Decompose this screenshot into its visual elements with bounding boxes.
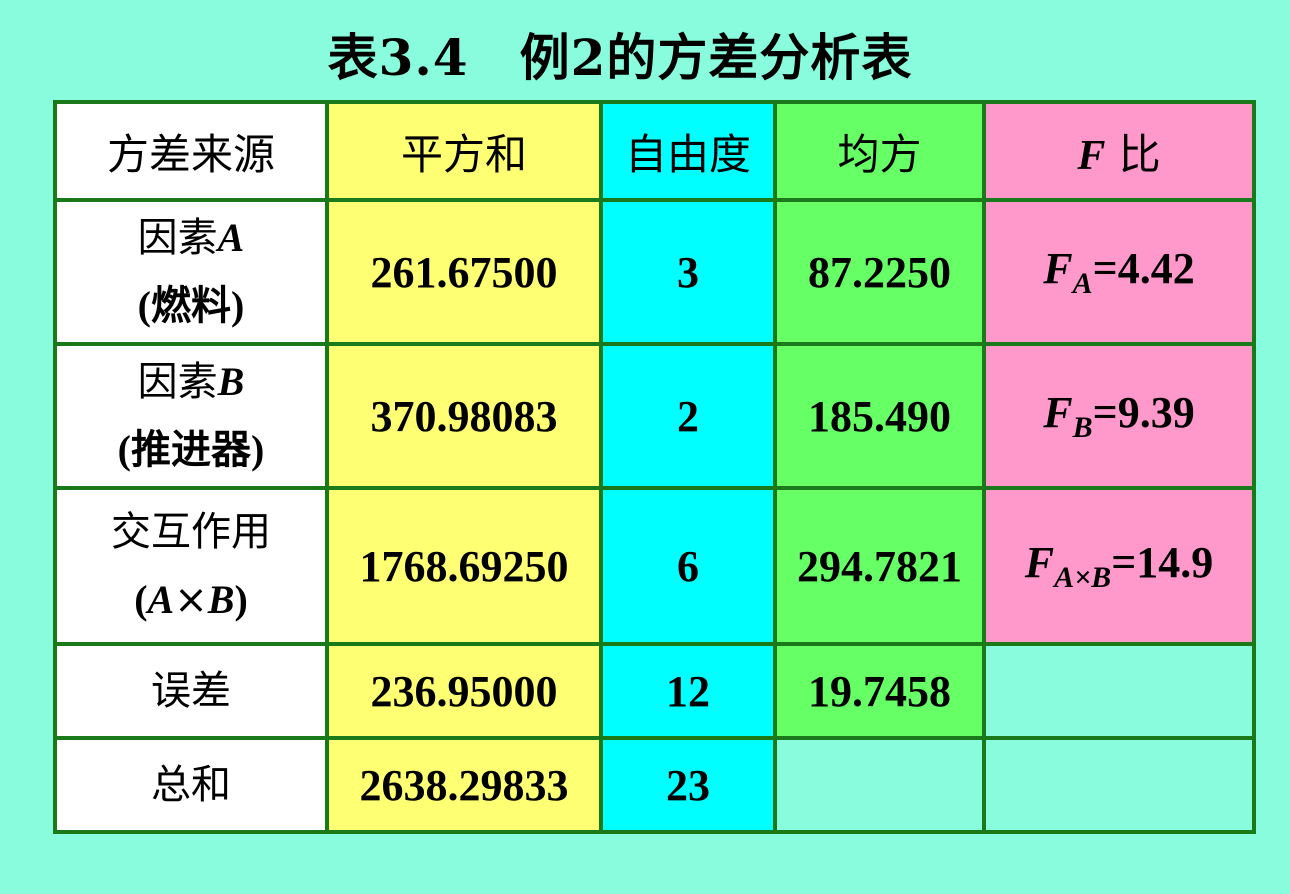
header-sum-of-squares: 平方和: [325, 100, 603, 202]
var-a: A: [147, 577, 175, 622]
times-sign: ×: [174, 577, 208, 623]
row-label-factor-a: 因素A (燃料): [53, 198, 329, 346]
cell-ss: 370.98083: [325, 342, 603, 490]
cell-f: FB=9.39: [982, 342, 1256, 490]
table-row: 交互作用 (A×B) 1768.69250 6 294.7821 FA×B=14…: [53, 486, 1256, 646]
row-label-sub: (燃料): [137, 283, 245, 328]
var-b: B: [207, 577, 235, 622]
table-title: 表3.4 例2的方差分析表: [327, 28, 913, 87]
table-row: 因素A (燃料) 261.67500 3 87.2250 FA=4.42: [53, 198, 1256, 346]
row-label-cn: 因素: [137, 359, 218, 405]
f-subscript: B: [1072, 411, 1093, 444]
f-value: =4.42: [1092, 244, 1195, 293]
cell-ss: 261.67500: [325, 198, 603, 346]
f-subscript: A×B: [1054, 561, 1112, 594]
f-value: =14.9: [1111, 538, 1214, 587]
cell-df: 23: [599, 736, 777, 834]
row-label-interaction: 交互作用 (A×B): [53, 486, 329, 646]
paren-close: ): [234, 577, 248, 622]
cell-df: 12: [599, 642, 777, 740]
header-row: 方差来源 平方和 自由度 均方 F 比: [53, 100, 1256, 202]
table-row: 误差 236.95000 12 19.7458: [53, 642, 1256, 740]
row-label-sub: (A×B): [57, 566, 325, 634]
table-row: 因素B (推进器) 370.98083 2 185.490 FB=9.39: [53, 342, 1256, 490]
header-mean-square: 均方: [773, 100, 986, 202]
cell-empty: [982, 642, 1256, 740]
header-f-word: 比: [1105, 129, 1161, 179]
row-label-error: 误差: [53, 642, 329, 740]
cell-ss: 1768.69250: [325, 486, 603, 646]
anova-table: 方差来源 平方和 自由度 均方 F 比 因素A (燃料) 261.67500 3…: [53, 100, 1256, 834]
row-label-var: B: [217, 359, 245, 404]
cell-ms: 294.7821: [773, 486, 986, 646]
header-f-ratio: F 比: [982, 100, 1256, 202]
row-label-factor-b: 因素B (推进器): [53, 342, 329, 490]
cell-ms: 185.490: [773, 342, 986, 490]
cell-f: FA×B=14.9: [982, 486, 1256, 646]
row-label-sub: (推进器): [117, 427, 265, 472]
row-label-total: 总和: [53, 736, 329, 834]
cell-ss: 2638.29833: [325, 736, 603, 834]
cell-df: 6: [599, 486, 777, 646]
cell-df: 2: [599, 342, 777, 490]
table-row: 总和 2638.29833 23: [53, 736, 1256, 834]
row-label-cn: 因素: [137, 215, 218, 261]
paren-open: (: [134, 577, 148, 622]
header-degrees-of-freedom: 自由度: [599, 100, 777, 202]
cell-df: 3: [599, 198, 777, 346]
f-value: =9.39: [1092, 388, 1195, 437]
header-f-letter: F: [1077, 132, 1106, 179]
cell-ms: 19.7458: [773, 642, 986, 740]
header-source: 方差来源: [53, 100, 329, 202]
cell-empty: [773, 736, 986, 834]
f-letter: F: [1043, 244, 1073, 293]
row-label-cn: 交互作用: [111, 509, 271, 555]
cell-ms: 87.2250: [773, 198, 986, 346]
cell-empty: [982, 736, 1256, 834]
f-subscript: A: [1072, 267, 1093, 300]
row-label-var: A: [217, 215, 245, 260]
cell-ss: 236.95000: [325, 642, 603, 740]
f-letter: F: [1024, 538, 1055, 587]
cell-f: FA=4.42: [982, 198, 1256, 346]
f-letter: F: [1043, 388, 1073, 437]
